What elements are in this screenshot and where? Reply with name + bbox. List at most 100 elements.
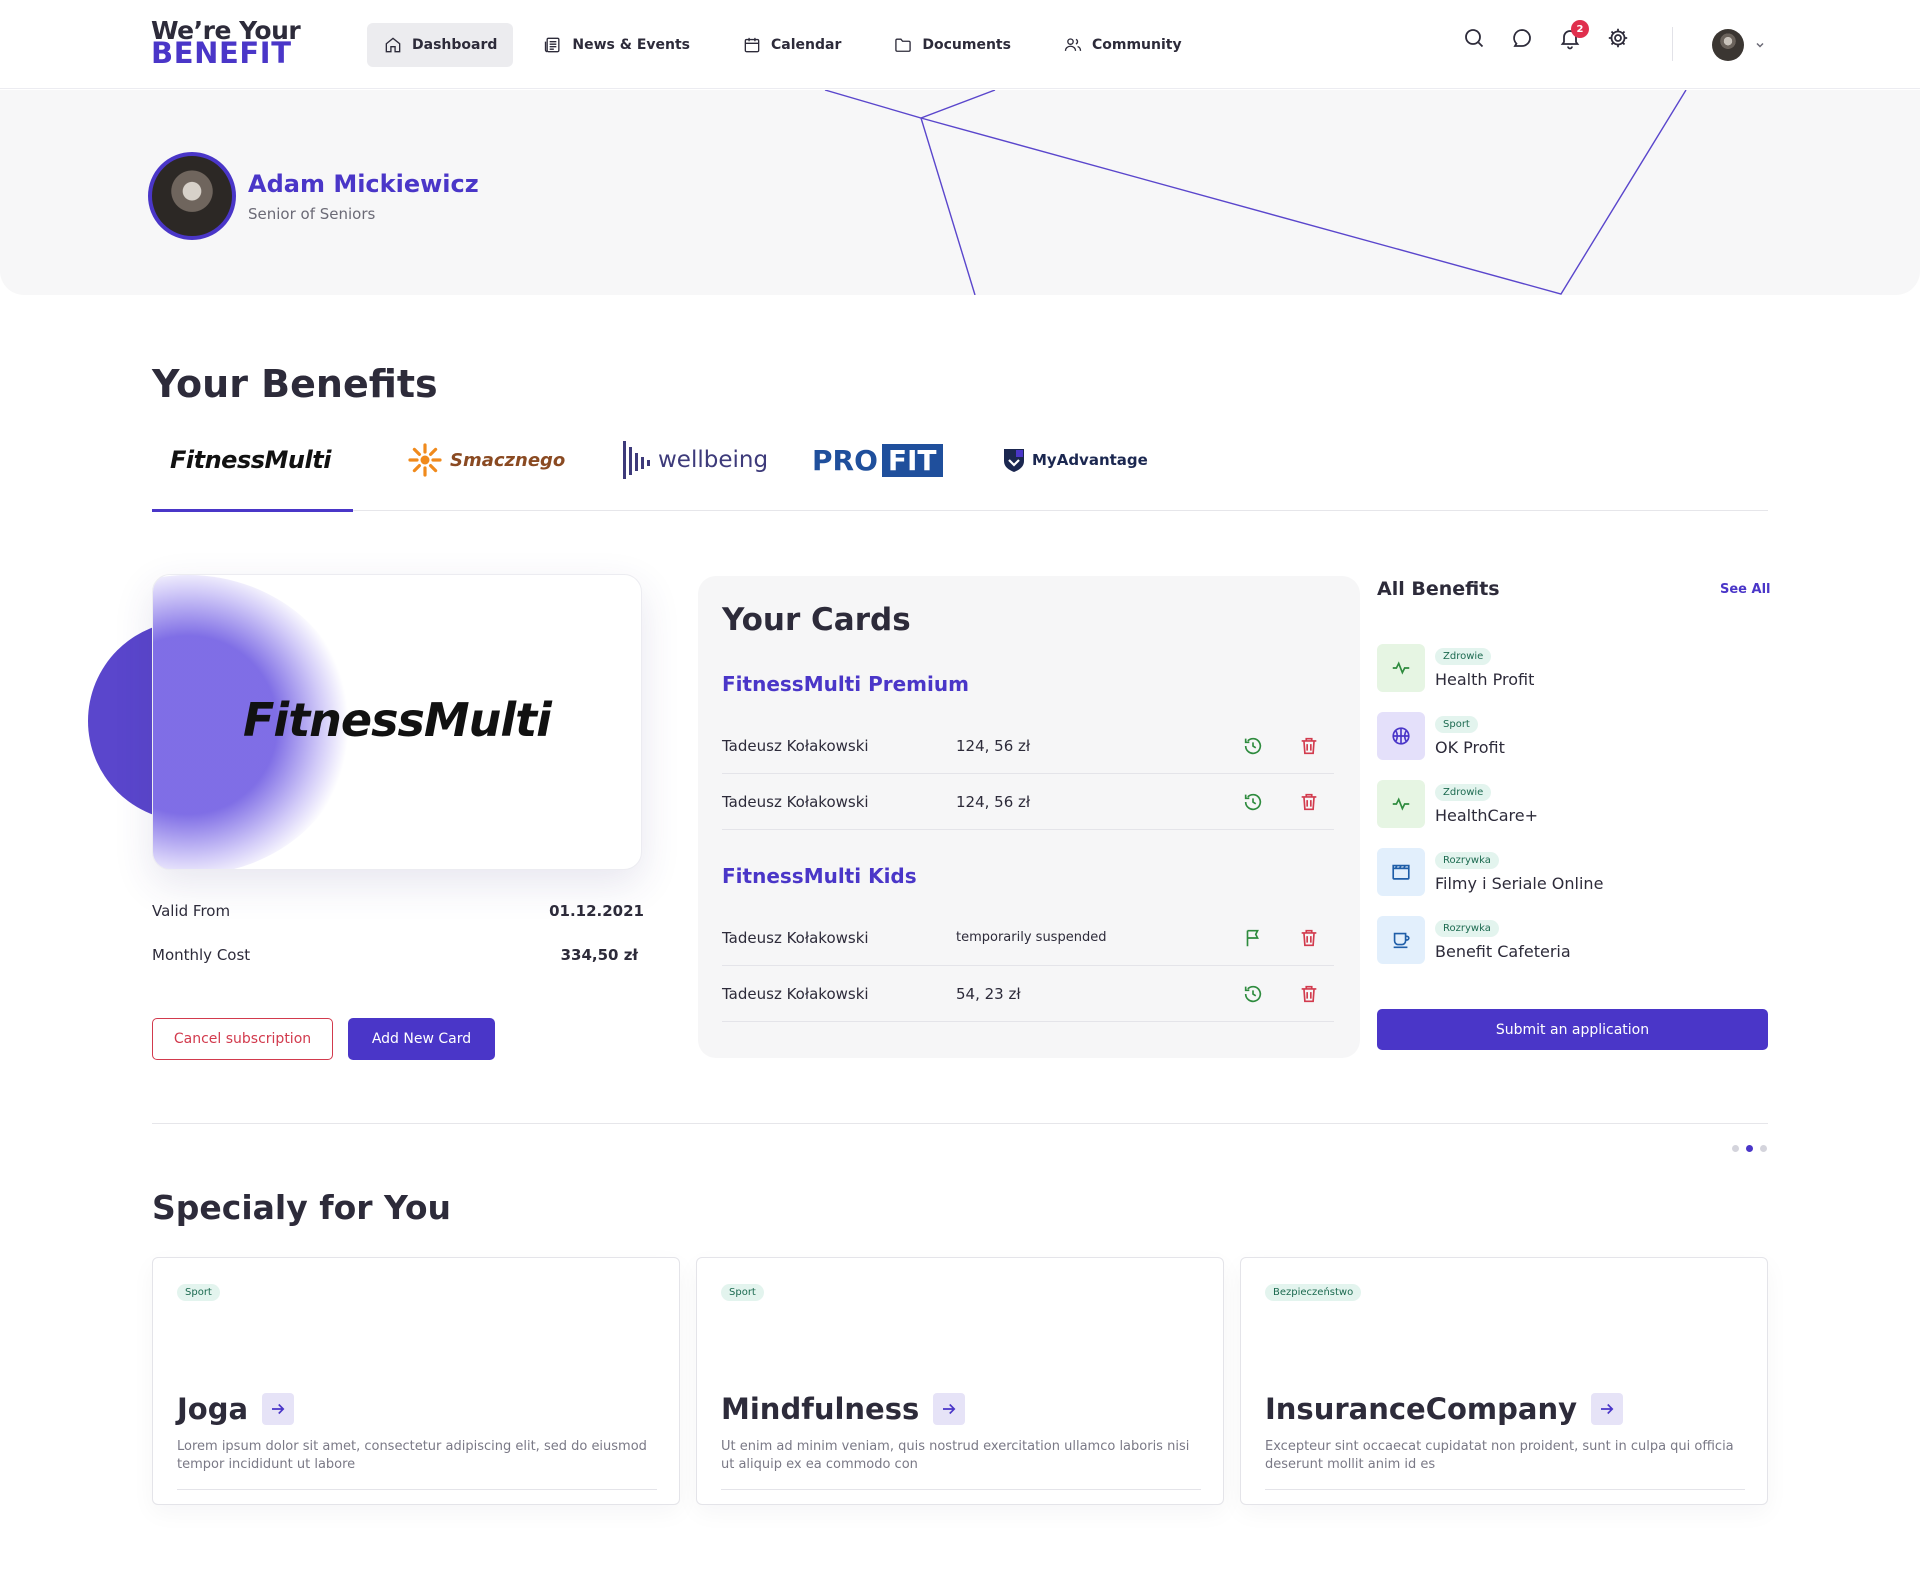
- trash-icon[interactable]: [1298, 735, 1320, 757]
- card-group-title: FitnessMulti Premium: [722, 672, 969, 696]
- nav-community[interactable]: Community: [1047, 23, 1198, 67]
- calendar-icon: [744, 37, 760, 53]
- card-row[interactable]: Tadeusz Kołakowski temporarily suspended: [722, 910, 1334, 966]
- offer-card-joga[interactable]: Sport Joga Lorem ipsum dolor sit amet, c…: [152, 1257, 680, 1505]
- offer-title: Joga: [177, 1392, 249, 1426]
- brand-name: Smacznego: [450, 449, 566, 471]
- offer-divider: [177, 1489, 657, 1490]
- card-holder: Tadeusz Kołakowski: [722, 984, 869, 1003]
- brand-tab-myadvantage[interactable]: MyAdvantage: [1002, 435, 1148, 485]
- messages-button[interactable]: [1510, 26, 1534, 50]
- benefit-icon-tile: [1377, 916, 1425, 964]
- offer-card-insurance[interactable]: Bezpieczeństwo InsuranceCompany Excepteu…: [1240, 1257, 1768, 1505]
- benefit-label: HealthCare+: [1435, 806, 1538, 825]
- cancel-subscription-button[interactable]: Cancel subscription: [152, 1018, 333, 1060]
- offer-card-mindfulness[interactable]: Sport Mindfulness Ut enim ad minim venia…: [696, 1257, 1224, 1505]
- carousel-dot[interactable]: [1732, 1145, 1739, 1152]
- card-amount: 54, 23 zł: [956, 984, 1021, 1003]
- card-holder: Tadeusz Kołakowski: [722, 792, 869, 811]
- trash-icon[interactable]: [1298, 927, 1320, 949]
- flag-icon[interactable]: [1242, 927, 1264, 949]
- brand-name: wellbeing: [658, 447, 769, 473]
- benefit-item-cafeteria[interactable]: Rozrywka Benefit Cafeteria: [1377, 916, 1757, 966]
- add-new-card-button[interactable]: Add New Card: [348, 1018, 495, 1060]
- nav-label: News & Events: [572, 37, 691, 53]
- user-menu[interactable]: [1712, 29, 1766, 61]
- history-icon[interactable]: [1242, 735, 1264, 757]
- offer-description: Excepteur sint occaecat cupidatat non pr…: [1265, 1439, 1734, 1472]
- app-logo[interactable]: We’re Your BENEFIT: [151, 18, 301, 70]
- profile-avatar[interactable]: [148, 152, 236, 240]
- valid-from-value: 01.12.2021: [549, 902, 644, 920]
- see-all-link[interactable]: See All: [1720, 582, 1771, 597]
- benefit-icon-tile: [1377, 848, 1425, 896]
- benefit-icon-tile: [1377, 780, 1425, 828]
- sound-bars-logo-icon: [623, 441, 650, 479]
- monthly-cost-row: Monthly Cost 334,50 zł: [152, 946, 638, 964]
- benefit-card[interactable]: FitnessMulti: [152, 574, 642, 870]
- card-row[interactable]: Tadeusz Kołakowski 124, 56 zł: [722, 718, 1334, 774]
- category-tag: Bezpieczeństwo: [1265, 1284, 1362, 1301]
- avatar: [1712, 29, 1744, 61]
- folder-icon: [895, 38, 912, 52]
- nav-calendar[interactable]: Calendar: [726, 23, 857, 67]
- chevron-down-icon: [1756, 42, 1764, 48]
- history-icon[interactable]: [1242, 791, 1264, 813]
- nav-label: Calendar: [771, 37, 842, 53]
- category-tag: Rozrywka: [1435, 920, 1499, 937]
- nav-label: Community: [1091, 37, 1182, 53]
- arrow-button[interactable]: [262, 1393, 295, 1425]
- arrow-right-icon: [272, 1403, 285, 1415]
- card-row[interactable]: Tadeusz Kołakowski 54, 23 zł: [722, 966, 1334, 1022]
- benefit-item-filmy[interactable]: Rozrywka Filmy i Seriale Online: [1377, 848, 1757, 898]
- benefit-item-ok-profit[interactable]: Sport OK Profit: [1377, 712, 1757, 762]
- brand-name-pro: PRO: [812, 443, 878, 477]
- brand-tab-profit[interactable]: PRO FIT: [812, 435, 943, 485]
- benefit-item-health-profit[interactable]: Zdrowie Health Profit: [1377, 644, 1757, 694]
- brand-name-fit: FIT: [881, 443, 943, 477]
- nav-dashboard[interactable]: Dashboard: [367, 23, 514, 67]
- gear-icon: [1608, 28, 1628, 48]
- brand-tabs: FitnessMulti Smacznego wellbeing PRO FIT…: [152, 425, 1768, 512]
- history-icon[interactable]: [1242, 983, 1264, 1005]
- search-button[interactable]: [1462, 26, 1486, 50]
- notifications-button[interactable]: 2: [1558, 20, 1589, 50]
- special-title: Specialy for You: [152, 1188, 452, 1227]
- pulse-icon: [1392, 661, 1410, 675]
- category-tag: Zdrowie: [1435, 784, 1492, 801]
- benefit-icon-tile: [1377, 712, 1425, 760]
- brand-name: FitnessMulti: [170, 446, 331, 474]
- carousel-dot-active[interactable]: [1746, 1145, 1753, 1152]
- brand-tab-smacznego[interactable]: Smacznego: [408, 435, 565, 485]
- nav-label: Documents: [922, 37, 1011, 53]
- brand-tab-wellbeing[interactable]: wellbeing: [622, 435, 768, 485]
- arrow-button[interactable]: [933, 1393, 966, 1425]
- card-holder: Tadeusz Kołakowski: [722, 736, 869, 755]
- nav-documents[interactable]: Documents: [877, 23, 1027, 67]
- offer-description: Lorem ipsum dolor sit amet, consectetur …: [177, 1439, 647, 1472]
- your-cards-panel: Your Cards FitnessMulti Premium Tadeusz …: [698, 576, 1360, 1058]
- card-row[interactable]: Tadeusz Kołakowski 124, 56 zł: [722, 774, 1334, 830]
- brand-tab-fitnessmulti[interactable]: FitnessMulti: [170, 435, 331, 485]
- arrow-button[interactable]: [1591, 1393, 1624, 1425]
- benefit-label: Filmy i Seriale Online: [1435, 874, 1604, 893]
- nav-news-events[interactable]: News & Events: [527, 23, 706, 67]
- trash-icon[interactable]: [1298, 983, 1320, 1005]
- benefit-item-healthcare[interactable]: Zdrowie HealthCare+: [1377, 780, 1757, 830]
- notification-badge: 2: [1571, 20, 1589, 38]
- profile-role: Senior of Seniors: [248, 205, 376, 223]
- arrow-right-icon: [943, 1403, 956, 1415]
- search-icon: [1465, 29, 1484, 48]
- shield-logo-icon: [1004, 449, 1024, 472]
- offer-description: Ut enim ad minim veniam, quis nostrud ex…: [721, 1439, 1190, 1472]
- monthly-cost-label: Monthly Cost: [152, 946, 251, 964]
- settings-button[interactable]: [1606, 26, 1630, 50]
- card-amount: 124, 56 zł: [956, 736, 1031, 755]
- card-status: temporarily suspended: [956, 930, 1107, 945]
- main-nav: Dashboard News & Events Calendar Documen…: [367, 23, 1198, 67]
- trash-icon[interactable]: [1298, 791, 1320, 813]
- carousel-dot[interactable]: [1760, 1145, 1767, 1152]
- logo-line-2: BENEFIT: [151, 35, 292, 70]
- submit-application-button[interactable]: Submit an application: [1377, 1009, 1768, 1050]
- category-tag: Zdrowie: [1435, 648, 1492, 665]
